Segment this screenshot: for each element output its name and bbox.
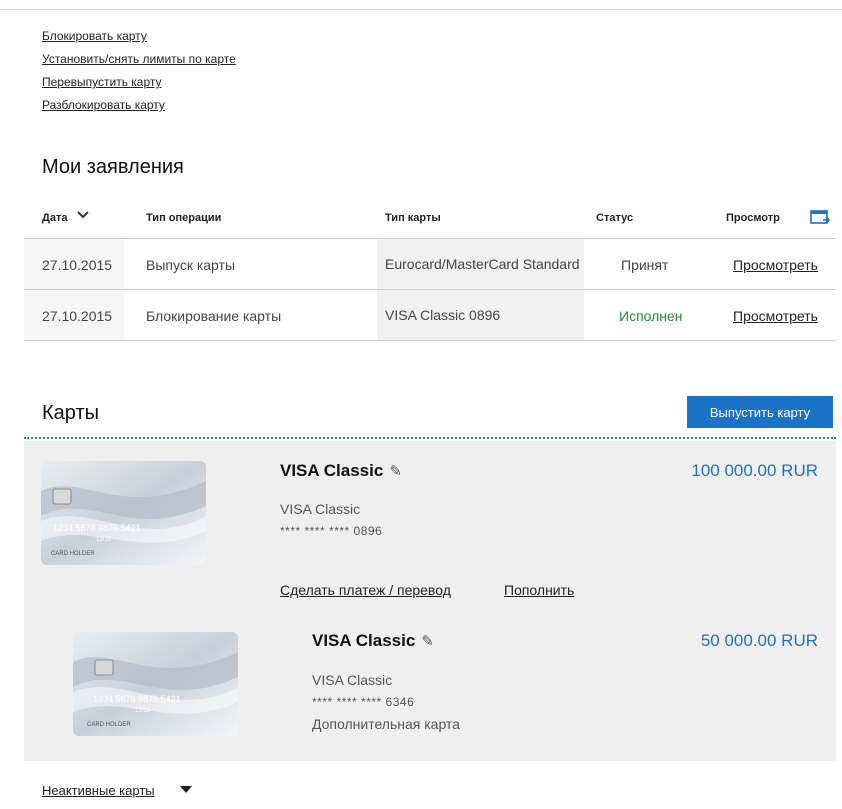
view-link[interactable]: Просмотреть <box>733 257 818 273</box>
card-name-text: VISA Classic <box>312 631 416 650</box>
row-view-link: Просмотреть <box>733 308 818 324</box>
column-date-label: Дата <box>42 212 68 224</box>
topup-link[interactable]: Пополнить <box>504 582 574 598</box>
pencil-icon[interactable]: ✎ <box>389 462 402 480</box>
set-limits-link[interactable]: Установить/снять лимиты по карте <box>42 50 236 73</box>
row-status: Принят <box>621 257 669 273</box>
column-view: Просмотр <box>726 212 780 224</box>
pencil-icon[interactable]: ✎ <box>421 632 434 650</box>
row-date: 27.10.2015 <box>42 308 113 324</box>
applications-table: Дата Тип операции Тип карты Статус Просм… <box>24 200 836 341</box>
reissue-card-link[interactable]: Перевыпустить карту <box>42 73 236 96</box>
inactive-cards-toggle[interactable]: Неактивные карты <box>42 783 155 798</box>
card-type: VISA Classic <box>280 501 361 517</box>
top-divider <box>0 9 842 10</box>
cards-panel: 1234 5678 9876 5421 12/15 CARD HOLDER VI… <box>24 441 836 761</box>
card-image[interactable]: 1234 5678 9876 5421 12/15 CARD HOLDER <box>73 632 238 736</box>
card-type: VISA Classic <box>312 672 393 688</box>
card-number: **** **** **** 0896 <box>280 524 383 538</box>
row-view-link: Просмотреть <box>733 257 818 273</box>
row-operation: Выпуск карты <box>146 257 236 273</box>
table-row: 27.10.2015 Блокирование карты VISA Class… <box>24 290 836 341</box>
card-face-expiry: 12/15 <box>135 708 151 714</box>
table-row: 27.10.2015 Выпуск карты Eurocard/MasterC… <box>24 239 836 290</box>
caret-down-icon[interactable] <box>180 786 192 794</box>
applications-title: Мои заявления <box>42 156 184 178</box>
card-face-expiry: 12/15 <box>96 537 112 543</box>
card-name-text: VISA Classic <box>280 461 384 480</box>
card-balance: 100 000.00 RUR <box>691 461 818 480</box>
card-name: VISA Classic ✎ <box>312 631 434 651</box>
column-date[interactable]: Дата <box>42 211 90 224</box>
row-card-type: Eurocard/MasterCard Standard <box>377 239 584 289</box>
issue-card-button[interactable]: Выпустить карту <box>687 396 833 428</box>
card-number: **** **** **** 6346 <box>312 695 415 709</box>
unblock-card-link[interactable]: Разблокировать карту <box>42 96 236 119</box>
card-actions-links: Блокировать карту Установить/снять лимит… <box>42 27 236 119</box>
card-face-holder: CARD HOLDER <box>87 722 131 728</box>
payment-transfer-link[interactable]: Сделать платеж / перевод <box>280 582 451 598</box>
row-operation: Блокирование карты <box>146 308 282 324</box>
column-operation: Тип операции <box>146 212 222 224</box>
row-date: 27.10.2015 <box>42 257 113 273</box>
card-face-number: 1234 5678 9876 5421 <box>53 523 141 533</box>
card-face-number: 1234 5678 9876 5421 <box>93 694 181 704</box>
column-status: Статус <box>596 212 634 224</box>
block-card-link[interactable]: Блокировать карту <box>42 27 236 50</box>
view-link[interactable]: Просмотреть <box>733 308 818 324</box>
row-card-type: VISA Classic 0896 <box>377 290 584 340</box>
column-card-type: Тип карты <box>385 212 441 224</box>
chevron-down-icon[interactable] <box>77 211 90 219</box>
card-image[interactable]: 1234 5678 9876 5421 12/15 CARD HOLDER <box>41 461 206 565</box>
card-balance: 50 000.00 RUR <box>700 631 818 650</box>
card-face-holder: CARD HOLDER <box>51 551 95 557</box>
table-header: Дата Тип операции Тип карты Статус Просм… <box>24 200 836 239</box>
cards-divider <box>24 437 836 439</box>
row-status: Исполнен <box>619 308 683 324</box>
card-name: VISA Classic ✎ <box>280 461 402 481</box>
export-icon[interactable] <box>810 210 830 226</box>
supplementary-card-label: Дополнительная карта <box>312 716 460 732</box>
cards-title: Карты <box>42 402 99 424</box>
